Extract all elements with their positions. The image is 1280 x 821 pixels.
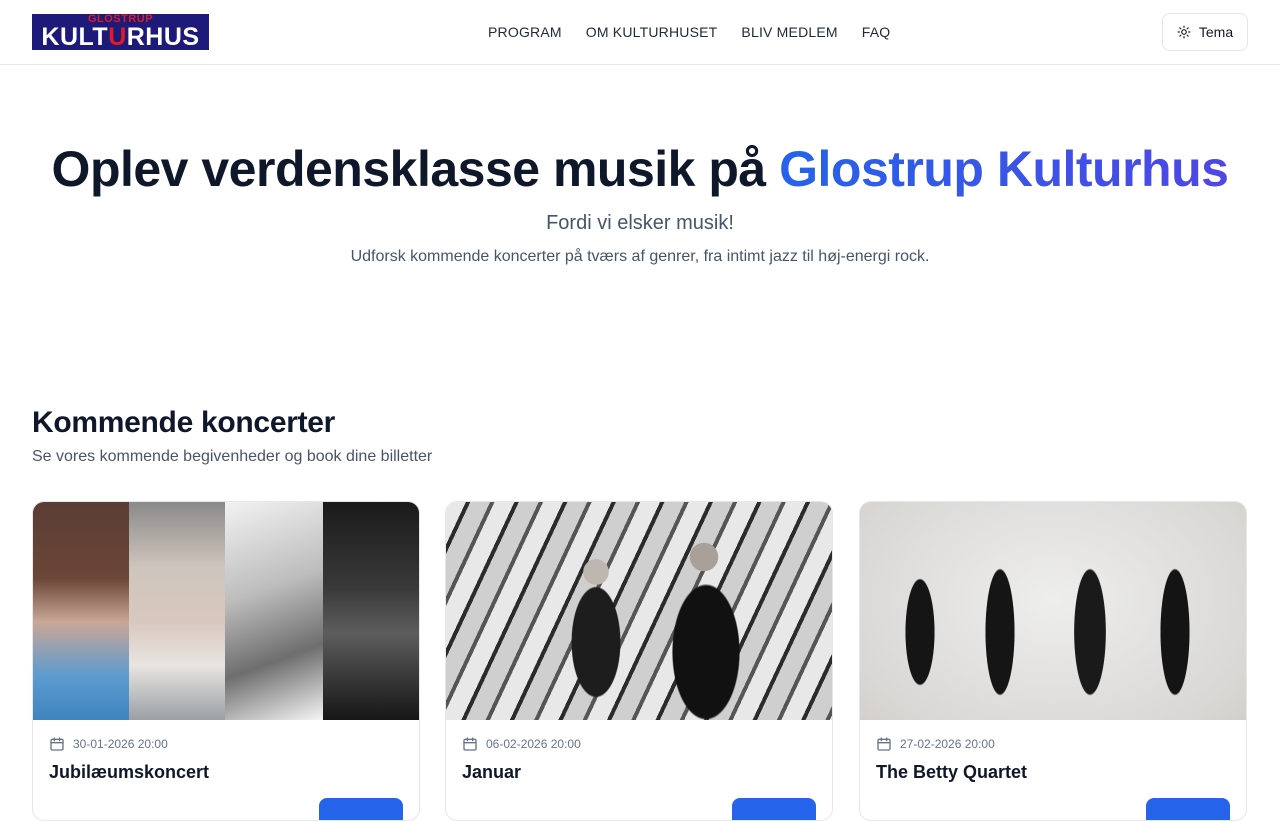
hero-subtitle: Fordi vi elsker musik! <box>546 212 734 234</box>
logo-bottom-text: KULTURHUS <box>41 23 200 50</box>
calendar-icon <box>463 737 477 751</box>
concert-date-text: 27-02-2026 20:00 <box>900 737 995 751</box>
hero-title-accent: Glostrup Kulturhus <box>779 141 1229 197</box>
nav-link-program[interactable]: PROGRAM <box>488 22 562 42</box>
hero-title: Oplev verdensklasse musik på Glostrup Ku… <box>51 141 1229 197</box>
concert-date-text: 06-02-2026 20:00 <box>486 737 581 751</box>
nav-link-om-kulturhuset[interactable]: OM KULTURHUSET <box>586 22 718 42</box>
nav-link-bliv-medlem[interactable]: BLIV MEDLEM <box>741 22 837 42</box>
site-header: GLOSTRUP KULTURHUS PROGRAM OM KULTURHUSE… <box>0 0 1280 65</box>
concert-title: Januar <box>462 762 522 782</box>
concert-title: The Betty Quartet <box>876 762 1028 782</box>
book-tickets-button[interactable] <box>732 798 816 820</box>
calendar-icon <box>877 737 891 751</box>
concert-date: 30-01-2026 20:00 <box>49 736 168 752</box>
concert-date-text: 30-01-2026 20:00 <box>73 737 168 751</box>
concert-card[interactable]: 30-01-2026 20:00 Jubilæumskoncert <box>32 501 420 821</box>
calendar-icon <box>50 737 64 751</box>
book-tickets-button[interactable] <box>319 798 403 820</box>
concert-date: 27-02-2026 20:00 <box>876 736 995 752</box>
section-subtitle: Se vores kommende begivenheder og book d… <box>32 448 433 465</box>
concert-image <box>33 502 419 720</box>
book-tickets-button[interactable] <box>1146 798 1230 820</box>
concert-image <box>860 502 1246 720</box>
section-title: Kommende koncerter <box>32 406 336 439</box>
sun-icon <box>1177 25 1191 39</box>
concert-card[interactable]: 27-02-2026 20:00 The Betty Quartet <box>859 501 1247 821</box>
kulturhus-logo[interactable]: GLOSTRUP KULTURHUS <box>32 14 209 50</box>
theme-label: Tema <box>1198 24 1234 40</box>
main-nav: PROGRAM OM KULTURHUSET BLIV MEDLEM FAQ <box>488 22 890 42</box>
concert-date: 06-02-2026 20:00 <box>462 736 581 752</box>
concert-card[interactable]: 06-02-2026 20:00 Januar <box>445 501 833 821</box>
concert-title: Jubilæumskoncert <box>49 762 210 782</box>
hero-description: Udforsk kommende koncerter på tværs af g… <box>350 248 930 265</box>
nav-link-faq[interactable]: FAQ <box>862 22 891 42</box>
concert-image <box>446 502 832 720</box>
theme-toggle-button[interactable]: Tema <box>1162 13 1248 51</box>
